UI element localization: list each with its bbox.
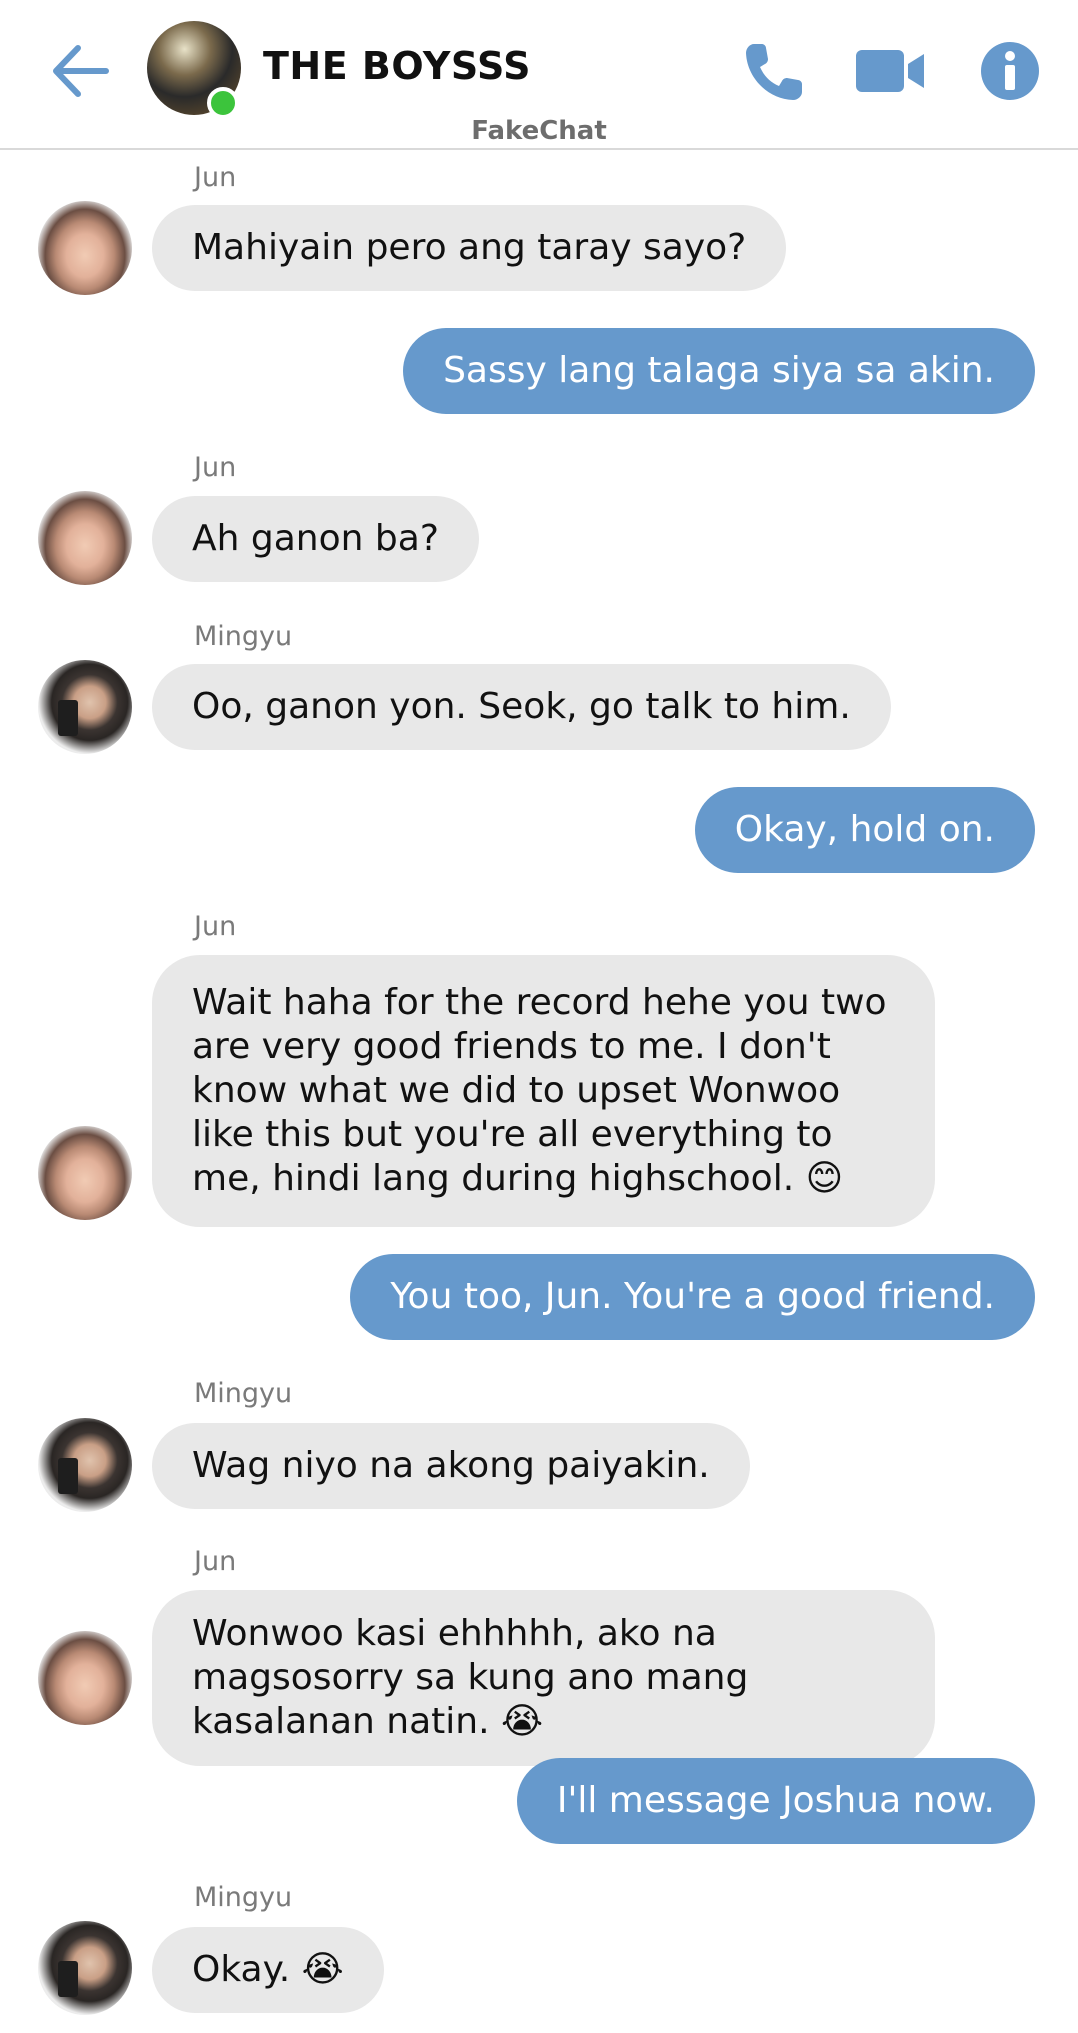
video-call-button[interactable] — [854, 36, 926, 106]
avatar-jun[interactable] — [38, 201, 132, 295]
incoming-message[interactable]: Ah ganon ba? — [152, 496, 479, 582]
back-arrow-icon — [53, 45, 109, 97]
avatar-jun[interactable] — [38, 1126, 132, 1220]
incoming-message[interactable]: Wag niyo na akong paiyakin. — [152, 1423, 750, 1509]
chat-header: THE BOYSSS FakeChat — [0, 0, 1078, 150]
outgoing-message[interactable]: I'll message Joshua now. — [516, 1758, 1035, 1844]
back-button[interactable] — [48, 38, 114, 104]
sender-name: Mingyu — [194, 1882, 293, 1913]
sender-name: Mingyu — [194, 621, 293, 652]
avatar-mingyu[interactable] — [38, 660, 132, 754]
avatar-mingyu[interactable] — [38, 1418, 132, 1512]
incoming-message[interactable]: Mahiyain pero ang taray sayo? — [152, 205, 787, 291]
outgoing-message[interactable]: Sassy lang talaga siya sa akin. — [403, 328, 1035, 414]
sender-name: Jun — [194, 1546, 237, 1577]
incoming-message[interactable]: Oo, ganon yon. Seok, go talk to him. — [152, 664, 891, 750]
info-button[interactable] — [978, 36, 1042, 106]
sender-name: Jun — [194, 452, 237, 483]
video-camera-icon — [856, 50, 924, 92]
call-button[interactable] — [740, 36, 810, 106]
incoming-message[interactable]: Wait haha for the record hehe you two ar… — [152, 955, 935, 1227]
sender-name: Jun — [194, 162, 237, 193]
avatar-jun[interactable] — [38, 491, 132, 585]
incoming-message[interactable]: Okay. 😭 — [152, 1927, 384, 2013]
phone-icon — [746, 44, 802, 100]
app-label: FakeChat — [471, 116, 607, 146]
online-status-dot — [207, 87, 239, 119]
chat-title[interactable]: THE BOYSSS — [263, 44, 531, 88]
info-icon — [981, 42, 1039, 100]
sender-name: Jun — [194, 911, 237, 942]
sender-name: Mingyu — [194, 1378, 293, 1409]
outgoing-message[interactable]: Okay, hold on. — [694, 787, 1035, 873]
incoming-message[interactable]: Wonwoo kasi ehhhhh, ako na magsosorry sa… — [152, 1590, 935, 1766]
avatar-jun[interactable] — [38, 1631, 132, 1725]
avatar-mingyu[interactable] — [38, 1921, 132, 2015]
outgoing-message[interactable]: You too, Jun. You're a good friend. — [350, 1254, 1035, 1340]
